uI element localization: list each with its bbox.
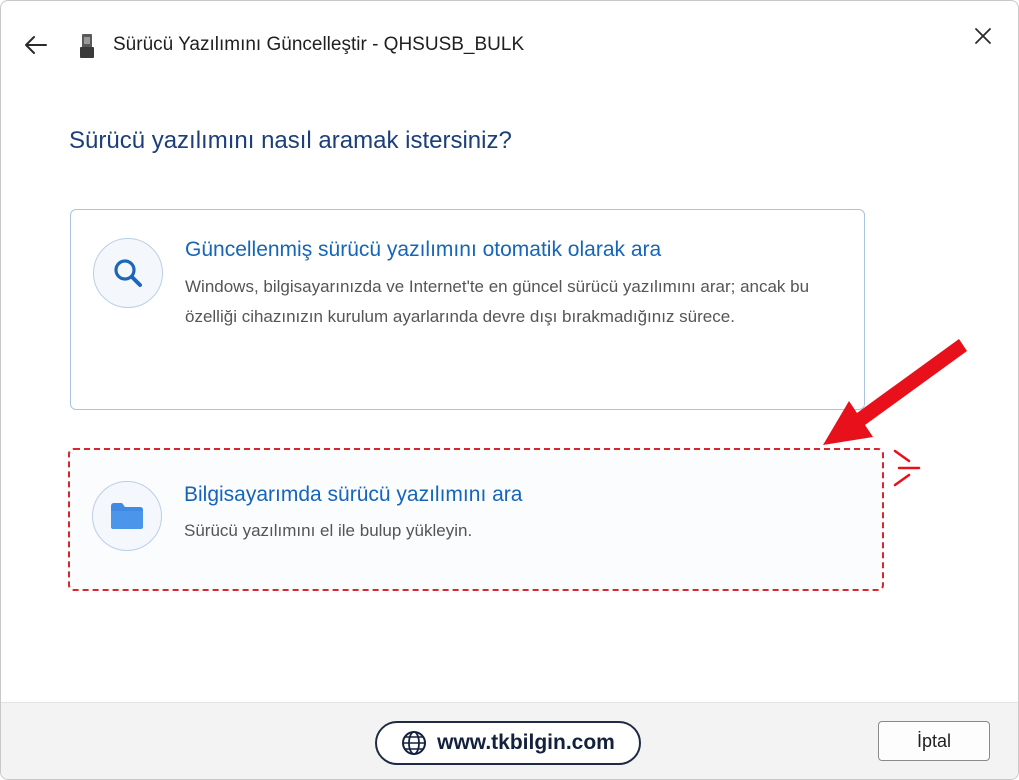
globe-icon (402, 731, 427, 755)
back-button[interactable] (21, 31, 51, 59)
update-driver-dialog: Sürücü Yazılımını Güncelleştir - QHSUSB_… (0, 0, 1019, 780)
watermark-text: www.tkbilgin.com (437, 731, 615, 754)
option-description: Windows, bilgisayarınızda ve Internet'te… (185, 277, 810, 326)
page-question: Sürücü yazılımını nasıl aramak istersini… (69, 127, 512, 154)
watermark-badge: www.tkbilgin.com (375, 721, 641, 765)
arrow-left-icon (25, 36, 47, 54)
option-title: Güncellenmiş sürücü yazılımını otomatik … (185, 238, 662, 261)
option-browse-computer[interactable]: Bilgisayarımda sürücü yazılımını ara Sür… (68, 448, 884, 591)
search-icon (93, 238, 163, 308)
cancel-button[interactable]: İptal (878, 721, 990, 761)
option-description: Sürücü yazılımını el ile bulup yükleyin. (184, 521, 473, 540)
folder-icon (92, 481, 162, 551)
option-title: Bilgisayarımda sürücü yazılımını ara (184, 483, 523, 506)
window-title: Sürücü Yazılımını Güncelleştir - QHSUSB_… (113, 34, 525, 55)
option-search-automatically[interactable]: Güncellenmiş sürücü yazılımını otomatik … (70, 209, 865, 410)
close-icon (975, 28, 991, 44)
dialog-footer: www.tkbilgin.com İptal (1, 702, 1018, 779)
usb-device-icon (80, 34, 94, 58)
close-button[interactable] (967, 21, 999, 51)
